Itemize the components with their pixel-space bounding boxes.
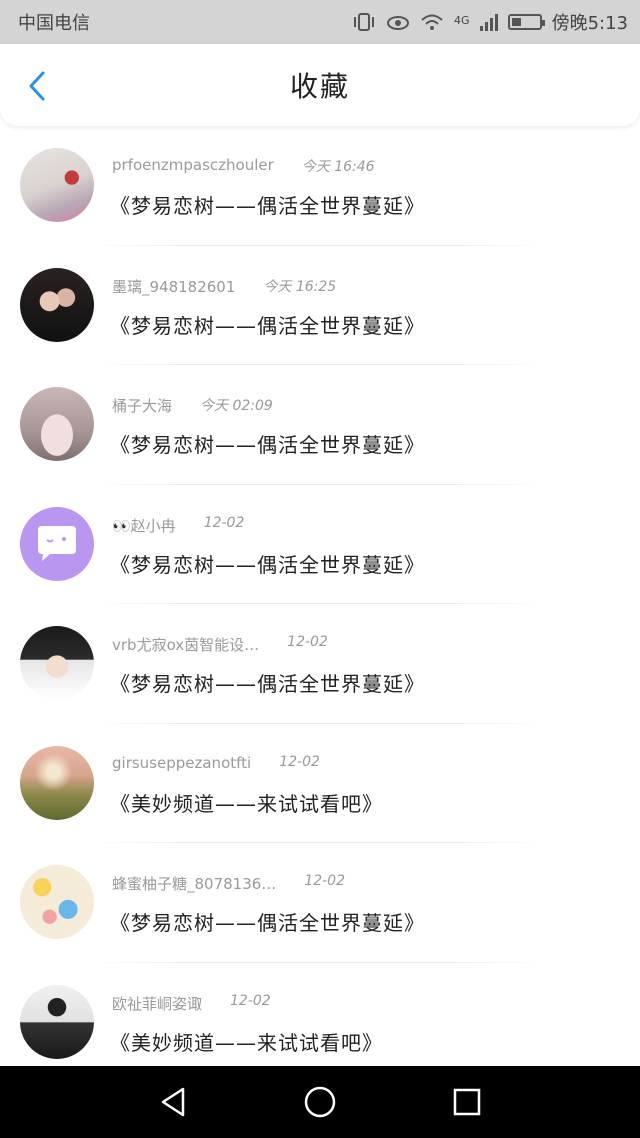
back-button[interactable] [22, 71, 52, 101]
username[interactable]: 墨璃_948182601 [112, 276, 235, 297]
status-icons: 4G 傍晚5:13 [352, 9, 628, 35]
item-meta: 蜂蜜柚子糖_8078136… 12-02 [112, 873, 345, 894]
favorite-title[interactable]: 《梦易恋树——偶活全世界蔓延》 [110, 907, 425, 936]
avatar[interactable] [20, 745, 94, 820]
timestamp: 今天 16:25 [263, 278, 337, 295]
avatar[interactable] [20, 148, 94, 222]
username[interactable]: 蜂蜜柚子糖_8078136… [112, 873, 276, 894]
avatar[interactable] [20, 506, 94, 581]
chevron-left-icon [29, 71, 45, 101]
list-item[interactable]: 蜂蜜柚子糖_8078136… 12-02 《梦易恋树——偶活全世界蔓延》 [0, 843, 640, 963]
username[interactable]: vrb尤寂ox茵智能设… [112, 634, 259, 655]
favorite-title[interactable]: 《梦易恋树——偶活全世界蔓延》 [110, 190, 425, 219]
avatar[interactable] [20, 267, 94, 342]
avatar[interactable] [20, 626, 94, 700]
username[interactable]: 欧祉菲峒姿诹 [112, 993, 202, 1014]
list-item[interactable]: girsuseppezanotfti 12-02 《美妙频道——来试试看吧》 [0, 724, 640, 843]
list-item[interactable]: prfoenzmpasczhouler 今天 16:46 《梦易恋树——偶活全世… [0, 126, 640, 246]
circle-home-icon [304, 1086, 336, 1118]
timestamp: 12-02 [279, 753, 320, 770]
favorite-title[interactable]: 《美妙频道——来试试看吧》 [110, 1027, 383, 1056]
item-meta: 👀赵小冉 12-02 [112, 515, 244, 536]
triangle-back-icon [162, 1087, 185, 1117]
list-item[interactable]: 欧祉菲峒姿诹 12-02 《美妙频道——来试试看吧》 [0, 963, 640, 1083]
list-item[interactable]: 桶子大海 今天 02:09 《梦易恋树——偶活全世界蔓延》 [0, 365, 640, 485]
clock: 傍晚5:13 [551, 13, 628, 34]
eye-comfort-icon [386, 11, 410, 33]
timestamp: 12-02 [287, 634, 328, 650]
favorite-title[interactable]: 《梦易恋树——偶活全世界蔓延》 [110, 310, 425, 339]
signal-icon [479, 13, 498, 31]
timestamp: 12-02 [304, 873, 345, 889]
username[interactable]: 👀赵小冉 [112, 515, 176, 536]
list-item[interactable]: 墨璃_948182601 今天 16:25 《梦易恋树——偶活全世界蔓延》 [0, 246, 640, 365]
wifi-icon [420, 11, 444, 33]
battery-icon [507, 14, 545, 30]
list-item[interactable]: 👀赵小冉 12-02 《梦易恋树——偶活全世界蔓延》 [0, 485, 640, 604]
vibrate-icon [352, 11, 376, 33]
username[interactable]: girsuseppezanotfti [112, 754, 251, 772]
carrier-label: 中国电信 [18, 13, 90, 34]
favorite-title[interactable]: 《梦易恋树——偶活全世界蔓延》 [110, 668, 425, 697]
network-type-label: 4G [454, 13, 470, 27]
avatar[interactable] [20, 984, 94, 1059]
timestamp: 12-02 [230, 992, 271, 1009]
favorites-list: prfoenzmpasczhouler 今天 16:46 《梦易恋树——偶活全世… [0, 126, 640, 1082]
avatar[interactable] [20, 387, 94, 461]
favorite-title[interactable]: 《梦易恋树——偶活全世界蔓延》 [110, 549, 425, 578]
status-bar: 中国电信 4G 傍晚5:13 [0, 0, 640, 44]
item-meta: girsuseppezanotfti 12-02 [112, 754, 320, 772]
item-meta: 欧祉菲峒姿诹 12-02 [112, 993, 271, 1014]
username[interactable]: prfoenzmpasczhouler [112, 156, 274, 176]
page-title: 收藏 [289, 70, 350, 103]
header: 收藏 [0, 44, 640, 126]
item-meta: vrb尤寂ox茵智能设… 12-02 [112, 634, 328, 655]
avatar[interactable] [20, 865, 94, 939]
favorite-title[interactable]: 《美妙频道——来试试看吧》 [110, 788, 383, 817]
system-home-button[interactable] [300, 1082, 340, 1122]
square-recents-icon [453, 1088, 480, 1116]
favorite-title[interactable]: 《梦易恋树——偶活全世界蔓延》 [110, 429, 425, 458]
timestamp: 今天 16:46 [301, 159, 375, 175]
system-recents-button[interactable] [447, 1082, 487, 1122]
battery-level [511, 18, 522, 26]
system-nav-bar [0, 1066, 640, 1138]
item-meta: prfoenzmpasczhouler 今天 16:46 [112, 156, 375, 176]
system-back-button[interactable] [153, 1082, 193, 1122]
username[interactable]: 桶子大海 [112, 395, 172, 416]
timestamp: 12-02 [203, 514, 245, 531]
item-meta: 桶子大海 今天 02:09 [112, 395, 273, 416]
list-item[interactable]: vrb尤寂ox茵智能设… 12-02 《梦易恋树——偶活全世界蔓延》 [0, 604, 640, 724]
timestamp: 今天 02:09 [200, 398, 273, 414]
item-meta: 墨璃_948182601 今天 16:25 [112, 276, 336, 297]
chat-bubble-icon [38, 525, 76, 561]
